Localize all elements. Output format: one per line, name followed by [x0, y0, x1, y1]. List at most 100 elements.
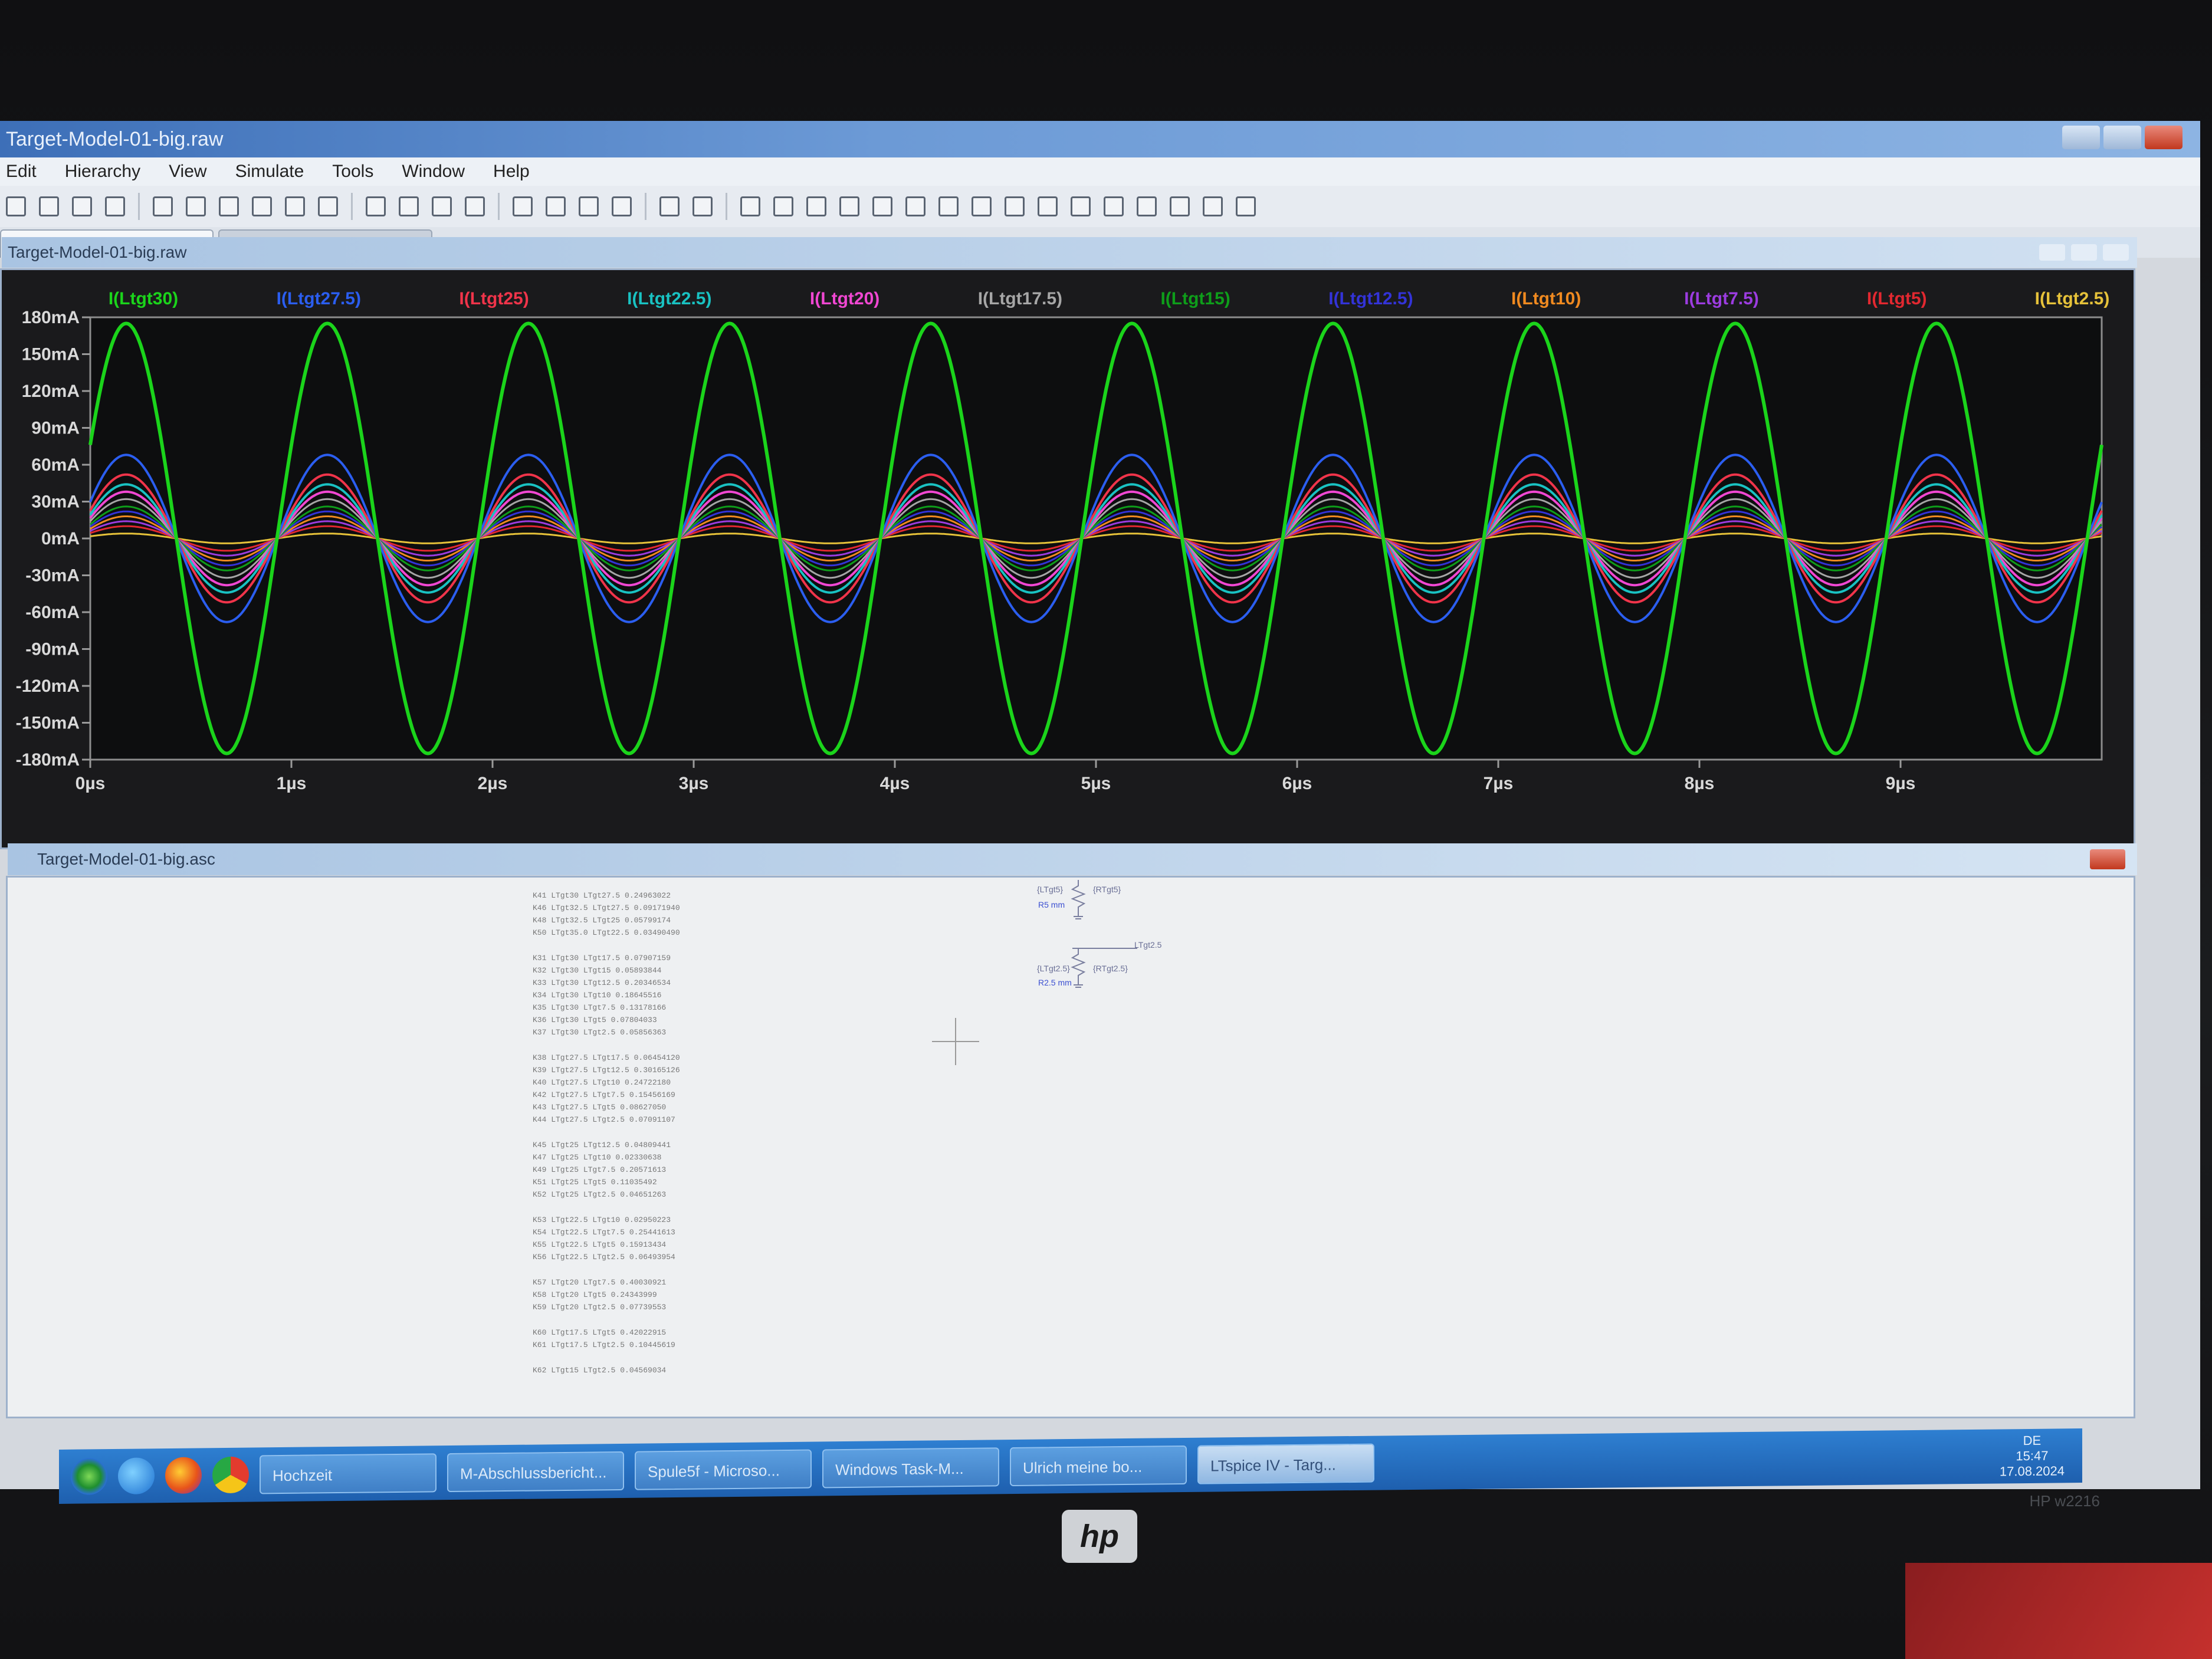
maximize-button[interactable] [2103, 126, 2141, 149]
app-title: Target-Model-01-big.raw [6, 128, 224, 150]
rotate-icon[interactable] [1137, 196, 1157, 216]
find-icon[interactable] [612, 196, 632, 216]
menu-help[interactable]: Help [493, 162, 530, 182]
redo-icon[interactable] [1104, 196, 1124, 216]
undo-icon[interactable] [1071, 196, 1091, 216]
capacitor-icon[interactable] [872, 196, 892, 216]
system-tray[interactable]: DE 15:47 17.08.2024 [2000, 1433, 2065, 1479]
move-icon[interactable] [1005, 196, 1025, 216]
text-icon[interactable] [1203, 196, 1223, 216]
save-icon[interactable] [39, 196, 59, 216]
y-tick-label: 0mA [41, 529, 80, 548]
pane-minimize-button[interactable] [2039, 244, 2065, 261]
inductor-icon[interactable] [905, 196, 926, 216]
legend-label: I(Ltgt10) [1511, 289, 1581, 308]
toolbar [0, 186, 2200, 227]
minimize-button[interactable] [2062, 126, 2100, 149]
netlist-group: K45 LTgt25 LTgt12.5 0.04809441 K47 LTgt25… [533, 1139, 810, 1201]
spice-directive-icon[interactable] [1236, 196, 1256, 216]
legend-label: I(Ltgt2.5) [2035, 289, 2110, 308]
zoom-cancel-icon[interactable] [285, 196, 305, 216]
copy-icon[interactable] [546, 196, 566, 216]
menu-hierarchy[interactable]: Hierarchy [65, 162, 140, 182]
x-tick-label: 8µs [1685, 774, 1715, 793]
y-tick-label: -150mA [16, 714, 80, 733]
legend-label: I(Ltgt7.5) [1684, 289, 1759, 308]
close-button[interactable] [2145, 126, 2183, 149]
menu-view[interactable]: View [169, 162, 206, 182]
netlist-line: K39 LTgt27.5 LTgt12.5 0.30165126 [533, 1066, 680, 1075]
menu-tools[interactable]: Tools [332, 162, 373, 182]
cascade-icon[interactable] [465, 196, 485, 216]
waveform-plot[interactable]: 180mA 150mA 120mA 90mA 60mA 30mA 0mA -30mA -60mA… [2, 270, 2134, 847]
resistor-icon[interactable] [839, 196, 859, 216]
print-icon[interactable] [659, 196, 680, 216]
wire-icon[interactable] [740, 196, 760, 216]
internet-explorer-icon[interactable] [118, 1457, 155, 1494]
task-ltspice[interactable]: LTspice IV - Targ... [1197, 1443, 1374, 1484]
firefox-icon[interactable] [165, 1457, 202, 1494]
component-icon[interactable] [972, 196, 992, 216]
diode-icon[interactable] [938, 196, 959, 216]
menu-simulate[interactable]: Simulate [235, 162, 304, 182]
mirror-icon[interactable] [1170, 196, 1190, 216]
resistor-rtgt2-5[interactable]: LTgt2.5 {LTgt2.5} {RTgt2.5} R2.5 mm [1037, 937, 1190, 991]
grid-icon[interactable] [366, 196, 386, 216]
open-icon[interactable] [6, 196, 26, 216]
monitor-model: HP w2216 [2029, 1492, 2101, 1510]
chrome-icon[interactable] [212, 1456, 249, 1494]
legend-label: I(Ltgt30) [109, 289, 178, 308]
task-task-manager[interactable]: Windows Task-M... [822, 1447, 999, 1489]
tile-vertical-icon[interactable] [432, 196, 452, 216]
y-tick-label: -120mA [16, 676, 80, 696]
cursor-crosshair-vertical [955, 1018, 956, 1065]
halt-icon[interactable] [153, 196, 173, 216]
netlist-line: K38 LTgt27.5 LTgt17.5 0.06454120 [533, 1053, 680, 1062]
netlist-line: K41 LTgt30 LTgt27.5 0.24963022 [533, 891, 671, 900]
cut-icon[interactable] [513, 196, 533, 216]
task-ulrich[interactable]: Ulrich meine bo... [1010, 1445, 1187, 1487]
task-hochzeit[interactable]: Hochzeit [260, 1453, 437, 1494]
x-tick-label: 7µs [1484, 774, 1514, 793]
pane-close-button[interactable] [2103, 244, 2129, 261]
resistor-rtgt5[interactable]: {LTgt5} {RTgt5} R5 mm [1037, 878, 1155, 927]
netlist-line: K44 LTgt27.5 LTgt2.5 0.07091107 [533, 1115, 675, 1124]
resistor-ref-label: {RTgt5} [1093, 885, 1121, 894]
keyboard-layout[interactable]: DE [2000, 1433, 2065, 1448]
resistor-value-label: R5 mm [1038, 900, 1065, 909]
y-tick-label: 180mA [22, 308, 80, 327]
y-tick-label: 60mA [31, 455, 80, 475]
paste-icon[interactable] [579, 196, 599, 216]
netlist-line: K32 LTgt30 LTgt15 0.05893844 [533, 966, 662, 975]
legend-label: I(Ltgt12.5) [1328, 289, 1413, 308]
ground-icon[interactable] [773, 196, 793, 216]
x-tick-label: 4µs [880, 774, 910, 793]
schematic-close-button[interactable] [2090, 849, 2125, 869]
hp-logo: hp [1062, 1510, 1137, 1563]
pane-maximize-button[interactable] [2071, 244, 2097, 261]
zoom-in-icon[interactable] [186, 196, 206, 216]
netlist-line: K33 LTgt30 LTgt12.5 0.20346534 [533, 978, 671, 987]
autoscale-icon[interactable] [318, 196, 338, 216]
task-abschlussbericht[interactable]: M-Abschlussbericht... [447, 1451, 624, 1493]
zoom-out-icon[interactable] [219, 196, 239, 216]
menu-edit[interactable]: Edit [6, 162, 37, 182]
clock-date: 17.08.2024 [1999, 1463, 2065, 1479]
zoom-fit-icon[interactable] [252, 196, 272, 216]
x-tick-label: 5µs [1081, 774, 1111, 793]
start-button[interactable] [71, 1458, 107, 1495]
netlist-line: K57 LTgt20 LTgt7.5 0.40030921 [533, 1278, 667, 1287]
menu-window[interactable]: Window [402, 162, 465, 182]
label-icon[interactable] [806, 196, 826, 216]
control-panel-icon[interactable] [72, 196, 92, 216]
legend-label: I(Ltgt20) [810, 289, 879, 308]
spice-directive-netlist[interactable]: K41 LTgt30 LTgt27.5 0.24963022 K46 LTgt32… [533, 889, 810, 1389]
run-icon[interactable] [105, 196, 125, 216]
tile-horizontal-icon[interactable] [399, 196, 419, 216]
schematic-window-title-text: Target-Model-01-big.asc [37, 850, 215, 868]
y-tick-label: -180mA [16, 750, 80, 770]
print-preview-icon[interactable] [693, 196, 713, 216]
task-spule5f[interactable]: Spule5f - Microso... [635, 1449, 812, 1490]
drag-icon[interactable] [1038, 196, 1058, 216]
x-tick-label: 0µs [76, 774, 106, 793]
